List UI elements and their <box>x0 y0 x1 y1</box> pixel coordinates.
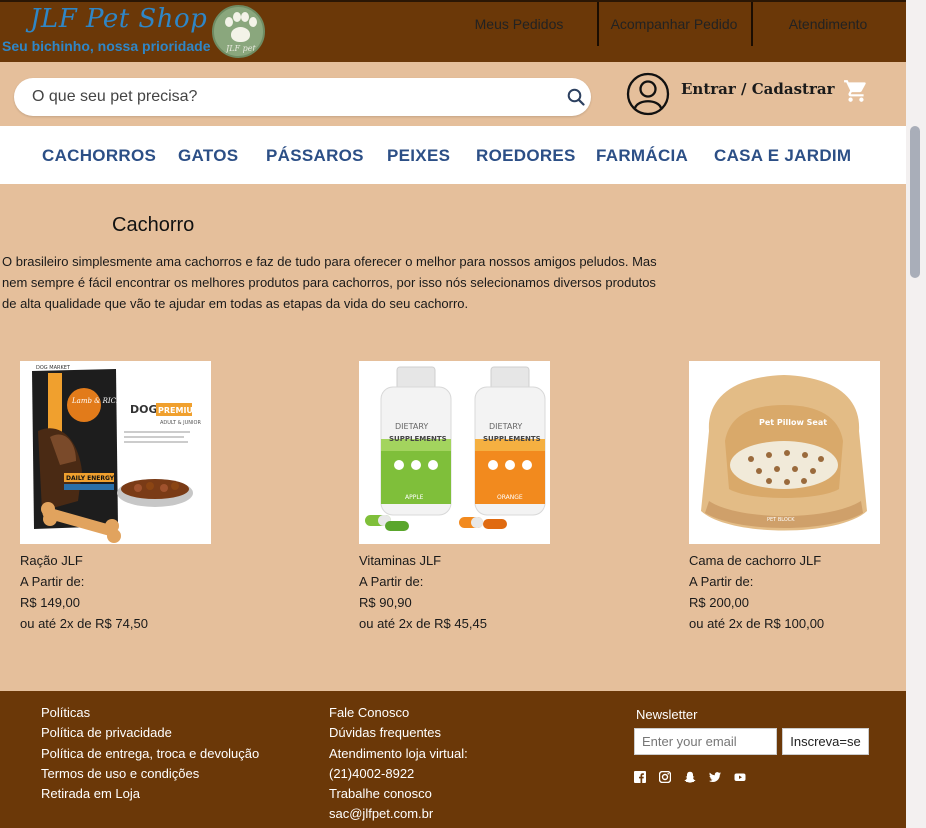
search-input[interactable] <box>32 78 542 116</box>
footer-pickup-link[interactable]: Retirada em Loja <box>41 784 259 804</box>
vitamin-dietary-text-1: DIETARY <box>395 422 428 431</box>
product-image-vitamins[interactable]: DIETARY SUPPLEMENTS APPLE DIETARY SUPPLE… <box>359 361 550 544</box>
footer-contact-link[interactable]: Fale Conosco <box>329 703 468 723</box>
bed-tag-text: PET BLOCK <box>767 517 795 523</box>
logo-tagline: Seu bichinho, nossa prioridade <box>2 38 211 54</box>
logo-title[interactable]: JLF Pet Shop <box>30 4 207 34</box>
footer-delivery-link[interactable]: Política de entrega, troca e devolução <box>41 744 259 764</box>
category-nav: CACHORROS GATOS PÁSSAROS PEIXES ROEDORES… <box>0 126 906 184</box>
product-price: R$ 200,00 <box>689 595 749 610</box>
category-birds[interactable]: PÁSSAROS <box>266 146 364 166</box>
newsletter-email-input[interactable] <box>634 728 777 755</box>
nav-support[interactable]: Atendimento <box>751 2 903 46</box>
product-card-food[interactable]: Lamb & RICE DAILY ENERGY DOG PREMIUM ADU… <box>20 361 230 634</box>
page-title: Cachorro <box>112 214 195 236</box>
vitamin-supplements-text-2: SUPPLEMENTS <box>483 435 541 443</box>
footer-email[interactable]: sac@jlfpet.com.br <box>329 804 468 824</box>
footer-phone[interactable]: (21)4002-8922 <box>329 764 468 784</box>
twitter-icon[interactable] <box>709 771 721 783</box>
vitamin-dietary-text-2: DIETARY <box>489 422 522 431</box>
bed-brand-text: Pet Pillow Seat <box>759 418 827 427</box>
page-scrollbar[interactable] <box>906 0 926 828</box>
user-icon[interactable] <box>626 72 670 116</box>
footer-careers-link[interactable]: Trabalhe conosco <box>329 784 468 804</box>
food-brand-variant: ADULT & JUNIOR <box>160 420 201 426</box>
product-card-dog-bed[interactable]: Pet Pillow Seat PET BLOCK Cama de cachor… <box>689 361 899 634</box>
category-home-garden[interactable]: CASA E JARDIM <box>714 146 851 166</box>
nav-track-order[interactable]: Acompanhar Pedido <box>597 2 749 46</box>
food-bag-flavor-text: Lamb & RICE <box>71 397 121 405</box>
paw-logo-icon[interactable]: JLF pet <box>212 5 265 58</box>
food-brand-premium: PREMIUM <box>158 406 201 415</box>
top-header: JLF Pet Shop Seu bichinho, nossa priorid… <box>0 0 906 62</box>
product-price: R$ 90,90 <box>359 595 412 610</box>
product-name[interactable]: Ração JLF <box>20 550 230 571</box>
category-pharmacy[interactable]: FARMÁCIA <box>596 146 688 166</box>
category-dogs[interactable]: CACHORROS <box>42 146 156 166</box>
newsletter-title: Newsletter <box>636 707 698 722</box>
food-bag-energy-text: DAILY ENERGY <box>66 475 115 482</box>
price-from-label: A Partir de: <box>359 574 424 589</box>
category-fish[interactable]: PEIXES <box>387 146 450 166</box>
footer-contact-column: Fale Conosco Dúvidas frequentes Atendime… <box>329 703 468 825</box>
scrollbar-thumb[interactable] <box>910 126 920 278</box>
footer-terms-link[interactable]: Termos de uso e condições <box>41 764 259 784</box>
search-box <box>14 78 591 116</box>
search-icon[interactable] <box>567 88 585 106</box>
product-installments: ou até 2x de R$ 45,45 <box>359 616 487 631</box>
price-from-label: A Partir de: <box>689 574 754 589</box>
product-name[interactable]: Vitaminas JLF <box>359 550 569 571</box>
footer: Políticas Política de privacidade Políti… <box>0 691 906 828</box>
snapchat-icon[interactable] <box>684 771 696 783</box>
product-price: R$ 149,00 <box>20 595 80 610</box>
footer-policies-column: Políticas Política de privacidade Políti… <box>41 703 259 804</box>
category-cats[interactable]: GATOS <box>178 146 238 166</box>
instagram-icon[interactable] <box>659 771 671 783</box>
vitamin-orange-label: ORANGE <box>497 494 523 501</box>
vitamin-apple-label: APPLE <box>405 494 424 501</box>
food-bag-maker-text: DOG MARKET <box>36 365 71 371</box>
product-image-food[interactable]: Lamb & RICE DAILY ENERGY DOG PREMIUM ADU… <box>20 361 211 544</box>
footer-faq-link[interactable]: Dúvidas frequentes <box>329 723 468 743</box>
product-image-dog-bed[interactable]: Pet Pillow Seat PET BLOCK <box>689 361 880 544</box>
product-name[interactable]: Cama de cachorro JLF <box>689 550 899 571</box>
cart-icon[interactable] <box>843 78 869 104</box>
product-installments: ou até 2x de R$ 74,50 <box>20 616 148 631</box>
footer-policies-heading[interactable]: Políticas <box>41 703 259 723</box>
newsletter-subscribe-button[interactable]: Inscreva=se <box>782 728 869 755</box>
login-link[interactable]: Entrar / Cadastrar <box>681 80 834 98</box>
category-rodents[interactable]: ROEDORES <box>476 146 576 166</box>
vitamin-supplements-text-1: SUPPLEMENTS <box>389 435 447 443</box>
footer-support-label: Atendimento loja virtual: <box>329 745 468 761</box>
nav-my-orders[interactable]: Meus Pedidos <box>443 2 595 46</box>
footer-privacy-link[interactable]: Política de privacidade <box>41 723 259 743</box>
facebook-icon[interactable] <box>634 771 646 783</box>
product-card-vitamins[interactable]: DIETARY SUPPLEMENTS APPLE DIETARY SUPPLE… <box>359 361 569 634</box>
youtube-icon[interactable] <box>734 771 746 783</box>
food-brand-dog: DOG <box>130 403 158 416</box>
product-installments: ou até 2x de R$ 100,00 <box>689 616 825 631</box>
price-from-label: A Partir de: <box>20 574 85 589</box>
intro-text: O brasileiro simplesmente ama cachorros … <box>2 254 657 311</box>
